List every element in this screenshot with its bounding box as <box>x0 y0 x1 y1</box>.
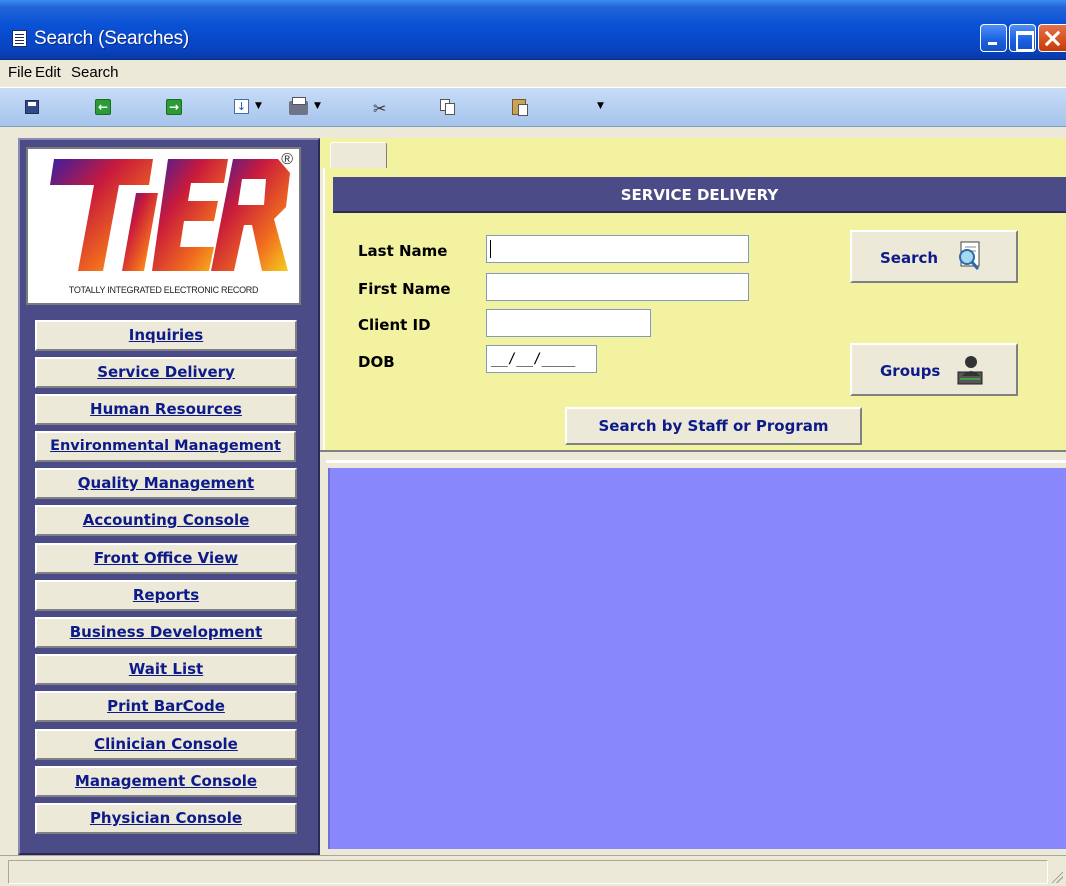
search-button[interactable]: Search <box>850 230 1018 283</box>
resize-grip-icon[interactable] <box>1051 871 1063 883</box>
nav-physician-console[interactable]: Physician Console <box>35 803 297 834</box>
cut-icon[interactable]: ✂ <box>373 99 386 118</box>
tab-blank[interactable] <box>330 142 387 170</box>
menu-edit[interactable]: Edit <box>35 64 61 81</box>
maximize-button[interactable] <box>1009 24 1036 52</box>
dob-label: DOB <box>358 353 395 371</box>
client-id-field[interactable] <box>486 309 651 337</box>
panel-divider[interactable] <box>320 450 1066 467</box>
toolbar-options-chevron-icon[interactable]: ▼ <box>597 101 604 111</box>
window-title: Search (Searches) <box>34 28 190 49</box>
save-icon[interactable] <box>25 100 39 114</box>
back-icon[interactable]: ← <box>95 99 111 115</box>
nav-service-delivery[interactable]: Service Delivery <box>35 357 297 388</box>
registered-mark: ® <box>281 151 293 168</box>
search-by-staff-button[interactable]: Search by Staff or Program <box>565 407 862 445</box>
nav-human-resources[interactable]: Human Resources <box>35 394 297 425</box>
nav-print-barcode[interactable]: Print BarCode <box>35 691 297 722</box>
forward-icon[interactable]: → <box>166 99 182 115</box>
close-button[interactable] <box>1038 24 1066 52</box>
paste-icon[interactable] <box>512 99 528 116</box>
nav-accounting-console[interactable]: Accounting Console <box>35 505 297 536</box>
groups-button[interactable]: Groups <box>850 343 1018 396</box>
text-cursor <box>490 240 491 258</box>
nav-management-console[interactable]: Management Console <box>35 766 297 797</box>
nav-quality-management[interactable]: Quality Management <box>35 468 297 499</box>
group-people-icon <box>957 356 983 385</box>
title-bar: Search (Searches) <box>0 0 1066 60</box>
groups-button-label: Groups <box>880 362 941 380</box>
first-name-field[interactable] <box>486 273 749 301</box>
nav-environmental-management[interactable]: Environmental Management <box>35 431 296 462</box>
chevron-down-icon[interactable]: ▼ <box>314 101 321 111</box>
nav-clinician-console[interactable]: Clinician Console <box>35 729 297 760</box>
tier-logo-graphic <box>50 159 290 271</box>
minimize-button[interactable] <box>980 24 1007 52</box>
last-name-field[interactable] <box>486 235 749 263</box>
chevron-down-icon[interactable]: ▼ <box>255 101 262 111</box>
download-icon[interactable]: ↓ <box>234 99 249 114</box>
menu-search[interactable]: Search <box>71 64 119 81</box>
first-name-label: First Name <box>358 280 451 298</box>
toolbar: ← → ↓ ▼ ▼ ✂ ▼ <box>0 87 1066 127</box>
status-field <box>8 860 1048 884</box>
print-icon[interactable] <box>289 97 308 115</box>
form-icon[interactable] <box>12 30 27 47</box>
client-id-label: Client ID <box>358 316 431 334</box>
dob-field[interactable] <box>486 345 597 373</box>
nav-reports[interactable]: Reports <box>35 580 297 611</box>
nav-business-development[interactable]: Business Development <box>35 617 297 648</box>
status-bar <box>0 855 1066 886</box>
search-button-label: Search <box>880 249 939 267</box>
section-header: SERVICE DELIVERY <box>333 177 1066 213</box>
results-panel <box>328 468 1066 849</box>
nav-inquiries[interactable]: Inquiries <box>35 320 297 351</box>
nav-front-office-view[interactable]: Front Office View <box>35 543 297 574</box>
menu-file[interactable]: File <box>8 64 32 81</box>
logo-tagline: TOTALLY INTEGRATED ELECTRONIC RECORD <box>68 285 259 295</box>
tab-strip <box>320 138 1066 169</box>
last-name-label: Last Name <box>358 242 448 260</box>
tier-logo: ® TOTALLY INTEGRATED ELECTRONIC RECORD <box>26 147 301 305</box>
nav-wait-list[interactable]: Wait List <box>35 654 297 685</box>
copy-icon[interactable] <box>440 99 455 115</box>
menu-bar: File Edit Search <box>0 60 1066 87</box>
magnifier-document-icon <box>959 241 980 270</box>
